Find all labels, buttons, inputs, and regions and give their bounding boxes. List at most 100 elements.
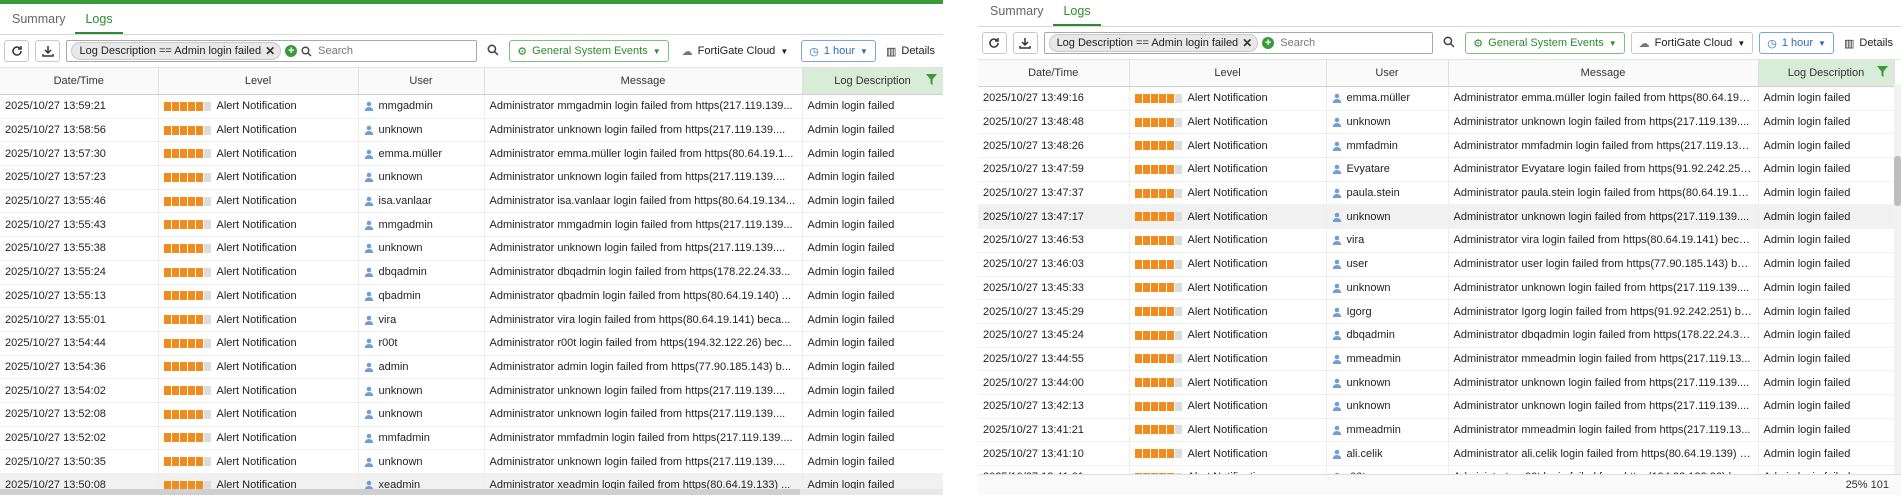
cell-user: mmeadmin — [1326, 347, 1449, 372]
details-toggle[interactable]: ▥ Details — [1840, 37, 1897, 50]
filter-search-box[interactable]: Log Description == Admin login failed ✕ … — [1043, 32, 1434, 54]
table-row[interactable]: 2025/10/27 13:54:02 Alert Notification unk… — [0, 378, 943, 403]
refresh-button[interactable] — [982, 32, 1007, 54]
table-row[interactable]: 2025/10/27 13:47:59 Alert Notification Evy… — [978, 157, 1895, 182]
add-filter-icon[interactable]: + — [285, 45, 298, 57]
source-dropdown[interactable]: ☁ FortiGate Cloud ▼ — [675, 40, 796, 62]
scrollbar-thumb[interactable] — [1894, 156, 1901, 206]
cell-datetime: 2025/10/27 13:44:00 — [978, 370, 1130, 395]
column-header-level[interactable]: Level — [158, 68, 359, 95]
table-row[interactable]: 2025/10/27 13:58:56 Alert Notification unk… — [0, 118, 943, 143]
table-row[interactable]: 2025/10/27 13:46:03 Alert Notification use… — [978, 252, 1895, 277]
column-header-level[interactable]: Level — [1129, 60, 1327, 87]
column-header-datetime[interactable]: Date/Time — [978, 60, 1130, 87]
tab-logs[interactable]: Logs — [75, 12, 123, 34]
time-range-dropdown[interactable]: ◷ 1 hour ▼ — [801, 40, 876, 62]
user-name: Evyatare — [1346, 163, 1390, 176]
add-filter-icon[interactable]: + — [1262, 37, 1275, 49]
scrollbar-thumb[interactable] — [0, 489, 800, 495]
table-row[interactable]: 2025/10/27 13:47:17 Alert Notification unk… — [978, 204, 1895, 230]
column-header-datetime[interactable]: Date/Time — [0, 68, 159, 95]
tab-summary[interactable]: Summary — [980, 4, 1053, 26]
cell-user: Evyatare — [1326, 157, 1449, 182]
table-row[interactable]: 2025/10/27 13:44:55 Alert Notification mme… — [978, 347, 1895, 372]
tab-summary[interactable]: Summary — [2, 12, 75, 34]
event-type-dropdown[interactable]: ⚙ General System Events ▼ — [509, 40, 669, 62]
table-row[interactable]: 2025/10/27 13:54:44 Alert Notification r00… — [0, 331, 943, 356]
download-button[interactable] — [35, 40, 61, 62]
table-row[interactable]: 2025/10/27 13:46:53 Alert Notification vir… — [978, 228, 1895, 253]
table-row[interactable]: 2025/10/27 13:48:26 Alert Notification mmf… — [978, 133, 1895, 159]
severity-bar-icon — [163, 291, 211, 301]
table-row[interactable]: 2025/10/27 13:47:37 Alert Notification pau… — [978, 181, 1895, 206]
table-row[interactable]: 2025/10/27 13:45:24 Alert Notification dbq… — [978, 323, 1895, 348]
severity-bar-icon — [163, 101, 211, 111]
table-row[interactable]: 2025/10/27 13:50:35 Alert Notification unk… — [0, 449, 943, 474]
table-row[interactable]: 2025/10/27 13:45:29 Alert Notification Igo… — [978, 299, 1895, 324]
severity-bar-icon — [1134, 401, 1182, 411]
refresh-button[interactable] — [4, 40, 30, 62]
vertical-scrollbar[interactable] — [1894, 84, 1901, 474]
column-header-user[interactable]: User — [358, 68, 485, 95]
cell-user: unknown — [358, 118, 485, 143]
search-input[interactable] — [316, 44, 473, 58]
horizontal-scrollbar[interactable] — [0, 489, 943, 495]
table-row[interactable]: 2025/10/27 13:41:21 Alert Notification mme… — [978, 418, 1895, 443]
table-row[interactable]: 2025/10/27 13:45:33 Alert Notification unk… — [978, 276, 1895, 301]
table-row[interactable]: 2025/10/27 13:55:46 Alert Notification isa… — [0, 189, 943, 214]
column-header-message[interactable]: Message — [1448, 60, 1759, 87]
search-submit-button[interactable] — [1439, 36, 1459, 51]
table-row[interactable]: 2025/10/27 13:48:48 Alert Notification unk… — [978, 110, 1895, 135]
cell-user: mmgadmin — [358, 212, 485, 238]
table-row[interactable]: 2025/10/27 13:55:24 Alert Notification dbq… — [0, 260, 943, 285]
cell-user: paula.stein — [1326, 181, 1449, 206]
filter-chip[interactable]: Log Description == Admin login failed ✕ — [1048, 34, 1259, 52]
cell-datetime: 2025/10/27 13:57:30 — [0, 141, 159, 167]
cell-message: Administrator user login failed from htt… — [1448, 252, 1759, 277]
time-range-dropdown[interactable]: ◷ 1 hour ▼ — [1759, 32, 1834, 54]
user-name: unknown — [378, 384, 423, 397]
cell-datetime: 2025/10/27 13:57:23 — [0, 165, 159, 190]
table-row[interactable]: 2025/10/27 13:42:13 Alert Notification unk… — [978, 394, 1895, 419]
table-row[interactable]: 2025/10/27 13:57:23 Alert Notification unk… — [0, 165, 943, 190]
cell-user: qbadmin — [358, 284, 485, 309]
download-button[interactable] — [1012, 32, 1038, 54]
details-toggle[interactable]: ▥ Details — [882, 45, 939, 58]
table-row[interactable]: 2025/10/27 13:55:43 Alert Notification mmg… — [0, 212, 943, 238]
table-row[interactable]: 2025/10/27 13:54:36 Alert Notification adm… — [0, 355, 943, 380]
cell-level: Alert Notification — [1129, 110, 1327, 135]
filter-chip[interactable]: Log Description == Admin login failed ✕ — [71, 42, 282, 60]
table-row[interactable]: 2025/10/27 13:41:10 Alert Notification ali… — [978, 441, 1895, 466]
table-row[interactable]: 2025/10/27 13:52:02 Alert Notification mmf… — [0, 426, 943, 451]
table-row[interactable]: 2025/10/27 13:52:08 Alert Notification unk… — [0, 402, 943, 427]
filter-icon[interactable] — [925, 74, 937, 85]
column-header-log-description[interactable]: Log Description — [1758, 60, 1895, 87]
source-dropdown[interactable]: ☁ FortiGate Cloud ▼ — [1630, 32, 1754, 54]
user-icon — [364, 409, 373, 420]
search-submit-button[interactable] — [483, 44, 503, 59]
tab-logs[interactable]: Logs — [1053, 4, 1101, 26]
close-icon[interactable]: ✕ — [1242, 37, 1252, 49]
cell-level: Alert Notification — [158, 307, 359, 332]
level-label: Alert Notification — [216, 337, 297, 350]
filter-search-box[interactable]: Log Description == Admin login failed ✕ … — [66, 40, 478, 62]
column-header-message[interactable]: Message — [484, 68, 803, 95]
search-input[interactable] — [1278, 36, 1429, 50]
column-header-log-description[interactable]: Log Description — [802, 68, 943, 95]
table-row[interactable]: 2025/10/27 13:55:13 Alert Notification qba… — [0, 284, 943, 309]
table-row[interactable]: 2025/10/27 13:57:30 Alert Notification emm… — [0, 141, 943, 167]
table-row[interactable]: 2025/10/27 13:59:21 Alert Notification mmg… — [0, 94, 943, 119]
table-row[interactable]: 2025/10/27 13:44:00 Alert Notification unk… — [978, 370, 1895, 395]
level-label: Alert Notification — [216, 408, 297, 421]
table-row[interactable]: 2025/10/27 13:55:38 Alert Notification unk… — [0, 236, 943, 261]
event-type-dropdown[interactable]: ⚙ General System Events ▼ — [1465, 32, 1625, 54]
close-icon[interactable]: ✕ — [265, 45, 275, 57]
filter-icon[interactable] — [1876, 66, 1888, 77]
table-row[interactable]: 2025/10/27 13:55:01 Alert Notification vir… — [0, 307, 943, 332]
table-row[interactable]: 2025/10/27 13:49:16 Alert Notification emm… — [978, 86, 1895, 111]
cell-log-description: Admin login failed — [802, 307, 943, 332]
cell-user: user — [1326, 252, 1449, 277]
column-header-user[interactable]: User — [1326, 60, 1449, 87]
severity-bar-icon — [1134, 307, 1182, 317]
cell-message: Administrator unknown login failed from … — [484, 236, 803, 261]
